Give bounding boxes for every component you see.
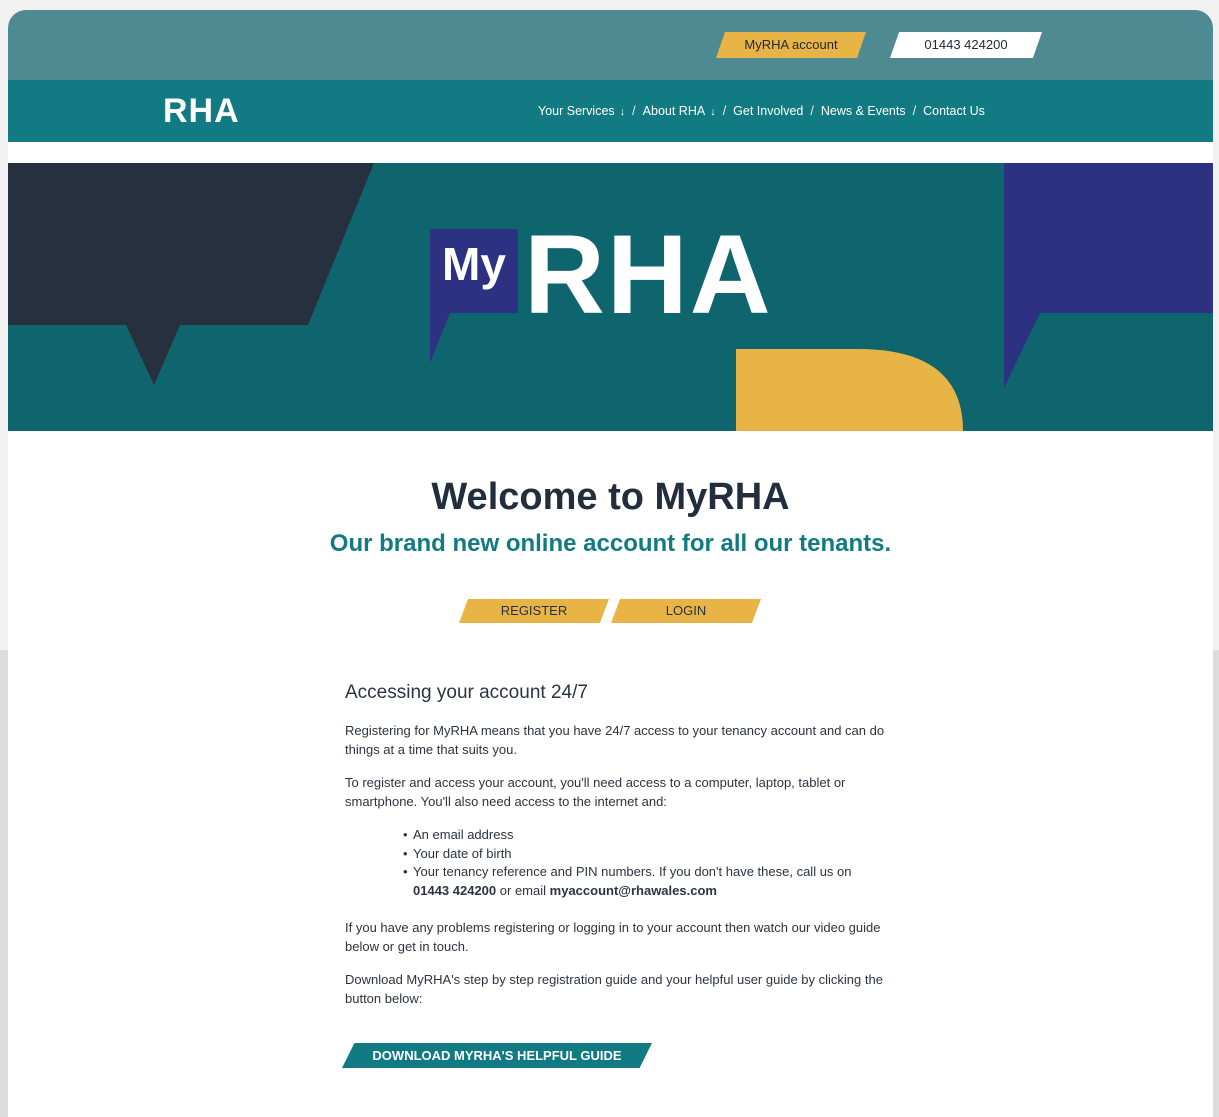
main-navigation: Your Services ↓ / About RHA ↓ / Get Involv… [538, 104, 985, 118]
nav-get-involved[interactable]: Get Involved [733, 104, 803, 118]
nav-separator: / [810, 104, 814, 118]
login-button[interactable]: LOGIN [611, 599, 761, 623]
nav-about-rha-label: About RHA [642, 104, 706, 118]
rha-logo[interactable]: RHA [163, 92, 240, 131]
nav-separator: / [912, 104, 917, 118]
phone-number-button[interactable]: 01443 424200 [890, 32, 1042, 58]
info-paragraph: Registering for MyRHA means that you hav… [345, 723, 885, 757]
list-item-text: Your tenancy reference and PIN numbers. … [413, 864, 852, 879]
hero-graphic: My RHA [8, 163, 1213, 431]
list-item-text: or email [499, 882, 547, 898]
nav-your-services[interactable]: Your Services ↓ [538, 104, 625, 118]
info-heading: Accessing your account 24/7 [345, 682, 588, 703]
arrow-down-icon: ↓ [710, 106, 716, 118]
nav-your-services-label: Your Services [538, 104, 615, 118]
top-utility-bar: MyRHA account 01443 424200 [8, 10, 1213, 80]
hero-banner: My RHA [8, 163, 1213, 431]
list-item: An email address [403, 826, 885, 845]
hero-logo-my: My [442, 238, 506, 290]
info-paragraph: To register and access your account, you… [345, 775, 846, 809]
nav-news-events[interactable]: News & Events [821, 104, 906, 118]
browser-frame: MyRHA account 01443 424200 RHA Your Serv… [8, 10, 1213, 1117]
requirements-list: An email address Your date of birth Your… [403, 826, 885, 900]
nav-separator: / [722, 104, 727, 118]
info-section: Accessing your account 24/7 Registering … [345, 682, 885, 1023]
contact-email-link[interactable]: myaccount@rhawales.com [550, 883, 717, 898]
info-paragraph: If you have any problems registering or … [345, 920, 881, 954]
nav-separator: / [632, 104, 636, 118]
arrow-down-icon: ↓ [619, 106, 626, 118]
page-title: Welcome to MyRHA [431, 476, 790, 518]
download-guide-button[interactable]: DOWNLOAD MYRHA'S HELPFUL GUIDE [342, 1043, 652, 1068]
list-item: Your date of birth [403, 845, 885, 864]
nav-contact-us[interactable]: Contact Us [923, 104, 985, 118]
myrha-account-button[interactable]: MyRHA account [716, 32, 866, 58]
contact-phone: 01443 424200 [413, 882, 497, 898]
list-item: Your tenancy reference and PIN numbers. … [403, 863, 885, 900]
nav-about-rha[interactable]: About RHA ↓ [643, 104, 716, 118]
info-paragraph: Download MyRHA's step by step registrati… [345, 972, 883, 1006]
register-button[interactable]: REGISTER [459, 599, 609, 623]
page-subtitle: Our brand new online account for all our… [329, 530, 892, 557]
hero-logo-rha: RHA [524, 212, 773, 337]
